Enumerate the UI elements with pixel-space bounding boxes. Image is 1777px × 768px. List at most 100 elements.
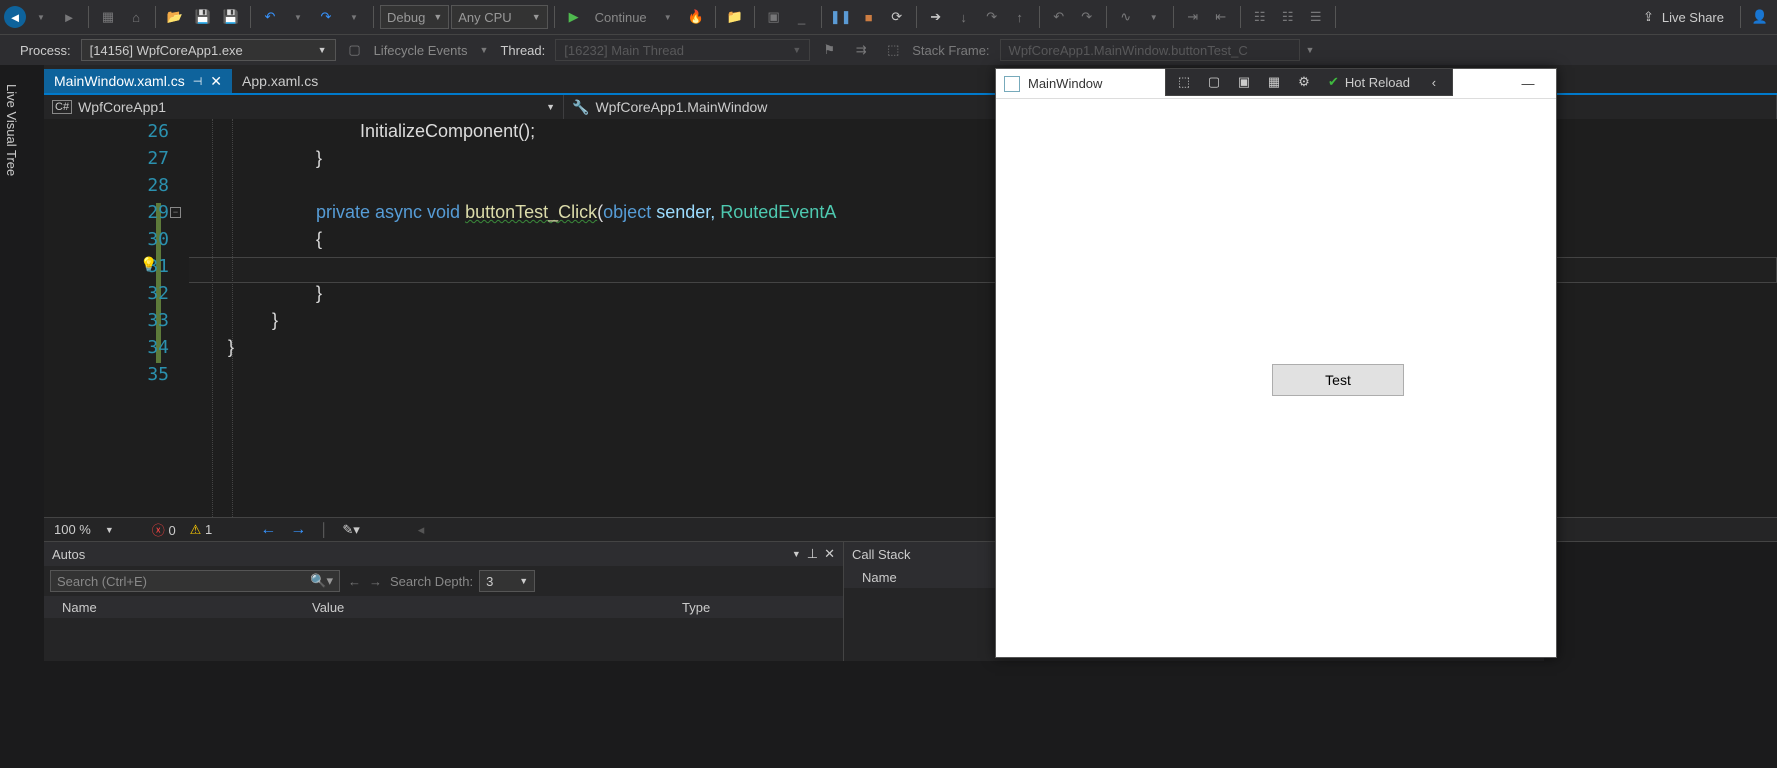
tab-mainwindow[interactable]: MainWindow.xaml.cs ⊣ ✕	[44, 69, 232, 93]
callstack-col-name[interactable]: Name	[854, 570, 905, 585]
search-next-icon[interactable]: →	[369, 574, 382, 589]
csharp-icon: C#	[52, 100, 72, 114]
autos-columns: Name Value Type	[44, 596, 843, 618]
outdent-icon[interactable]: ⇤	[1208, 4, 1234, 30]
stackframe-dropdown[interactable]: WpfCoreApp1.MainWindow.buttonTest_C	[1000, 39, 1300, 61]
redo-drop-icon[interactable]: ▼	[341, 4, 367, 30]
search-prev-icon[interactable]: ←	[348, 574, 361, 589]
overlay-chev-icon[interactable]: ‹	[1420, 70, 1448, 94]
line-number: 30	[129, 229, 169, 250]
redo2-icon[interactable]: ↷	[1074, 4, 1100, 30]
check-icon: ✔	[1328, 74, 1339, 90]
debug-toolbar: Process: [14156] WpfCoreApp1.exe▼ ▢ Life…	[0, 35, 1777, 65]
stackframe-label: Stack Frame:	[912, 43, 989, 58]
fold-toggle[interactable]: −	[170, 207, 181, 218]
autos-panel: Autos ▼ ⊥ ✕ Search (Ctrl+E) 🔍▾ ← → Searc…	[44, 542, 844, 661]
continue-drop-icon[interactable]: ▼	[655, 4, 681, 30]
col-value[interactable]: Value	[304, 600, 674, 615]
autos-search[interactable]: Search (Ctrl+E) 🔍▾	[50, 570, 340, 592]
pin-icon[interactable]: ⊣	[193, 75, 203, 88]
zoom-level[interactable]: 100 %	[54, 522, 91, 537]
platform-dropdown[interactable]: Any CPU▼	[451, 5, 547, 29]
comment-icon[interactable]: ☷	[1247, 4, 1273, 30]
project-dropdown[interactable]: C# WpfCoreApp1 ▼	[44, 95, 564, 119]
nav-back-drop-icon[interactable]: ▼	[28, 4, 54, 30]
class-icon: 🔧	[572, 99, 589, 116]
user-icon[interactable]: 👤	[1747, 4, 1773, 30]
depth-label: Search Depth:	[390, 574, 473, 589]
track-focus-icon[interactable]: ▣	[1230, 70, 1258, 94]
undo-icon[interactable]: ↶	[257, 4, 283, 30]
restart-icon[interactable]: ⟳	[884, 4, 910, 30]
test-button[interactable]: Test	[1272, 364, 1404, 396]
config-dropdown[interactable]: Debug▼	[380, 5, 449, 29]
settings-icon[interactable]: ⚙	[1290, 70, 1318, 94]
threads-icon[interactable]: ⇉	[848, 37, 874, 63]
wpf-app-window[interactable]: MainWindow — Test	[995, 68, 1557, 658]
scroll-left-icon[interactable]: ◂	[418, 522, 425, 538]
nav-fwd-icon: ►	[56, 4, 82, 30]
open-icon[interactable]: 📂	[162, 4, 188, 30]
select-element-icon[interactable]: ⬚	[1170, 70, 1198, 94]
pin-icon[interactable]: ⊥	[807, 546, 818, 562]
live-visual-tree-tab[interactable]: Live Visual Tree	[2, 80, 21, 180]
prev-issue-icon[interactable]: ←	[260, 521, 276, 539]
panel-close-icon[interactable]: ✕	[824, 546, 835, 562]
continue-label[interactable]: Continue	[589, 10, 653, 25]
col-name[interactable]: Name	[54, 600, 304, 615]
hot-reload-status[interactable]: ✔ Hot Reload	[1320, 74, 1418, 90]
modules-icon[interactable]: ⬚	[880, 37, 906, 63]
undo2-icon[interactable]: ↶	[1046, 4, 1072, 30]
redo-icon[interactable]: ↷	[313, 4, 339, 30]
warning-count[interactable]: ⚠ 1	[190, 522, 213, 538]
save-icon[interactable]: 💾	[190, 4, 216, 30]
search-icon[interactable]: 🔍▾	[310, 573, 333, 589]
share-icon: ⇪	[1643, 9, 1654, 25]
process-dropdown[interactable]: [14156] WpfCoreApp1.exe▼	[81, 39, 336, 61]
hot-reload-icon[interactable]: 🔥	[683, 4, 709, 30]
depth-dropdown[interactable]: 3▼	[479, 570, 535, 592]
uncomment-icon[interactable]: ☷	[1275, 4, 1301, 30]
line-number: 35	[129, 364, 169, 385]
tab-appxaml[interactable]: App.xaml.cs	[232, 69, 328, 93]
lifecycle-label[interactable]: Lifecycle Events	[374, 43, 468, 58]
home-icon[interactable]: ⌂	[123, 4, 149, 30]
step-out-icon[interactable]: ↑	[1007, 4, 1033, 30]
pen-icon[interactable]: ✎▾	[342, 522, 359, 538]
find-in-files-icon[interactable]: 📁	[722, 4, 748, 30]
col-type[interactable]: Type	[674, 600, 718, 615]
stop-icon[interactable]: ■	[856, 4, 882, 30]
lifecycle-icon[interactable]: ▢	[342, 37, 368, 63]
display-layout-icon[interactable]: ▢	[1200, 70, 1228, 94]
save-all-icon[interactable]: 💾	[218, 4, 244, 30]
underscore-icon[interactable]: _	[789, 4, 815, 30]
panel-drop-icon[interactable]: ▼	[792, 549, 801, 559]
editor-gutter: 26 27 28 29 30 31 32 33 34 35 − 💡	[44, 119, 189, 517]
indent-icon[interactable]: ⇥	[1180, 4, 1206, 30]
nav-back-icon[interactable]: ◄	[4, 6, 26, 28]
bookmark-icon[interactable]: ☰	[1303, 4, 1329, 30]
lightbulb-icon[interactable]: 💡	[140, 256, 157, 273]
graph-drop-icon[interactable]: ▼	[1141, 4, 1167, 30]
step-into-icon[interactable]: ↓	[951, 4, 977, 30]
next-issue-icon[interactable]: →	[290, 521, 306, 539]
pause-icon[interactable]: ❚❚	[828, 4, 854, 30]
xaml-debug-toolbar[interactable]: ⬚ ▢ ▣ ▦ ⚙ ✔ Hot Reload ‹	[1165, 68, 1453, 96]
error-count[interactable]: ⓧ 0	[152, 520, 176, 539]
picture-icon[interactable]: ▣	[761, 4, 787, 30]
new-item-icon[interactable]: ▦	[95, 4, 121, 30]
line-number: 33	[129, 310, 169, 331]
flag-icon[interactable]: ⚑	[816, 37, 842, 63]
line-number: 29	[129, 202, 169, 223]
zoom-drop-icon[interactable]: ▼	[105, 525, 114, 535]
continue-icon[interactable]: ▶	[561, 4, 587, 30]
step-over-icon[interactable]: ↷	[979, 4, 1005, 30]
undo-drop-icon[interactable]: ▼	[285, 4, 311, 30]
graph-icon[interactable]: ∿	[1113, 4, 1139, 30]
close-icon[interactable]: ✕	[210, 73, 222, 90]
thread-dropdown[interactable]: [16232] Main Thread▼	[555, 39, 810, 61]
minimize-icon[interactable]: —	[1508, 76, 1548, 91]
liveshare-button[interactable]: ⇪ Live Share	[1633, 9, 1734, 25]
show-tree-icon[interactable]: ▦	[1260, 70, 1288, 94]
step-next-icon[interactable]: ➔	[923, 4, 949, 30]
